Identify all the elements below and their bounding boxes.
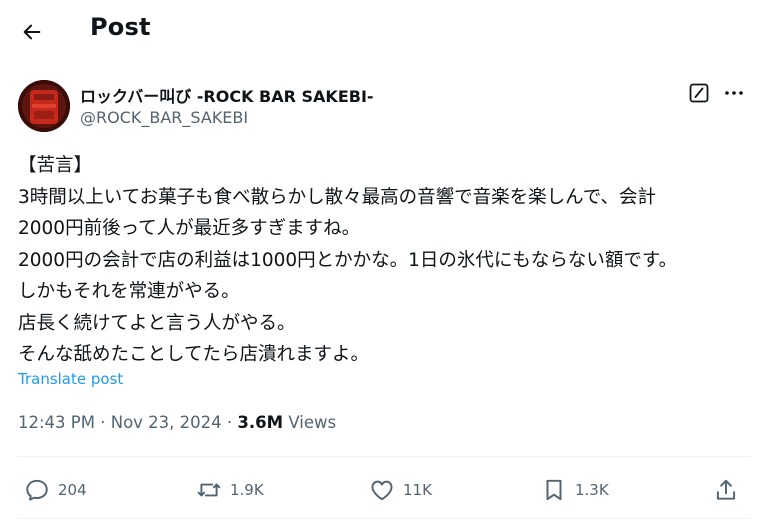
post-line: 2000円の会計で店の利益は1000円とかかな。1日の氷代にもならない額です。 [18, 249, 678, 271]
avatar-image [18, 80, 70, 132]
back-button[interactable] [14, 14, 50, 50]
share-icon [716, 479, 736, 500]
page-title: Post [90, 13, 151, 41]
bookmark-count: 1.3K [575, 481, 609, 499]
action-bar: 204 1.9K 11K 1.3K [0, 470, 768, 510]
post-line: 3時間以上いてお菓子も食べ散らかし散々最高の音響で音楽を楽しんで、会計 [18, 186, 656, 208]
post-line: 【苦言】 [18, 155, 93, 176]
repost-count: 1.9K [230, 481, 264, 499]
post-line: 2000円前後って人が最近多すぎますね。 [18, 218, 361, 239]
bookmark-icon [546, 479, 562, 501]
views-label: Views [283, 413, 337, 432]
post-meta: 12:43 PM · Nov 23, 2024 · 3.6M Views [18, 413, 336, 432]
author-handle[interactable]: @ROCK_BAR_SAKEBI [80, 108, 248, 127]
avatar[interactable] [18, 80, 70, 132]
translate-post-link[interactable]: Translate post [18, 370, 123, 388]
author-display-name[interactable]: ロックバー叫び -ROCK BAR SAKEBI- [80, 83, 374, 107]
post-date[interactable]: Nov 23, 2024 [111, 413, 222, 432]
divider [18, 518, 750, 519]
reply-button[interactable]: 204 [24, 470, 87, 510]
more-icon[interactable] [722, 81, 746, 105]
post-time[interactable]: 12:43 PM [18, 413, 95, 432]
reply-icon [26, 479, 48, 501]
repost-button[interactable]: 1.9K [196, 470, 264, 510]
like-button[interactable]: 11K [369, 470, 432, 510]
reply-count: 204 [58, 481, 87, 499]
post-line: しかもそれを常連がやる。 [18, 281, 240, 302]
back-arrow-icon [23, 24, 41, 40]
repost-icon [197, 483, 221, 497]
post-line: 店長く続けてよと言う人がやる。 [18, 312, 296, 334]
share-button[interactable] [713, 470, 739, 510]
post-line: そんな舐めたことしてたら店潰れますよ。 [18, 344, 369, 365]
edit-icon[interactable] [687, 81, 711, 105]
top-bar: Post [0, 0, 768, 62]
meta-separator: · [94, 413, 111, 432]
meta-separator: · [221, 413, 238, 432]
like-count: 11K [403, 481, 432, 499]
views-count: 3.6M [237, 413, 284, 432]
like-icon [371, 480, 393, 501]
bookmark-button[interactable]: 1.3K [541, 470, 609, 510]
divider [18, 456, 750, 457]
post-text: 【苦言】 3時間以上いてお菓子も食べ散らかし散々最高の音響で音楽を楽しんで、会計… [18, 150, 753, 371]
